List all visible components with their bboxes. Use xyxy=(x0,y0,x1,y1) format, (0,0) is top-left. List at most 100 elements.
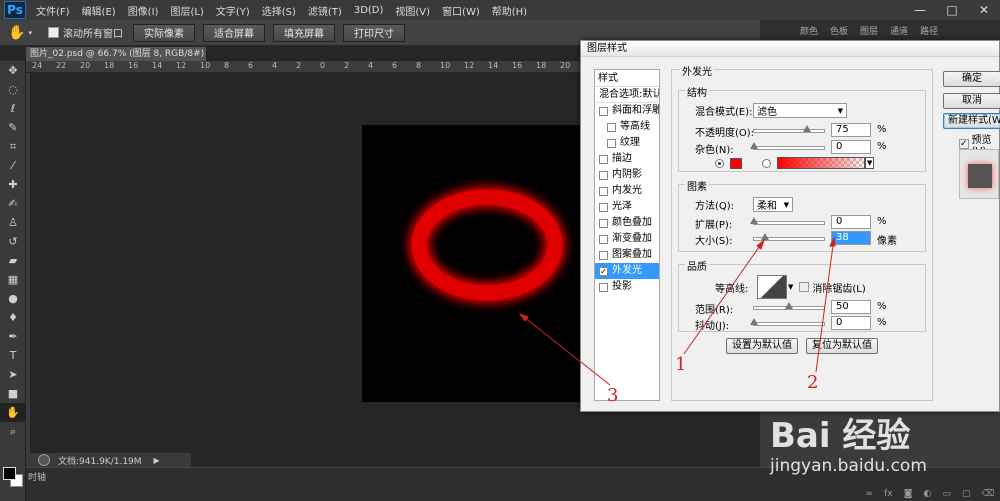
style-item-checkbox[interactable] xyxy=(607,138,616,148)
menu-3d[interactable]: 3D(D) xyxy=(348,5,390,16)
glow-color-swatch[interactable] xyxy=(730,157,742,169)
styles-header[interactable]: 样式 xyxy=(595,70,659,87)
style-item-checkbox[interactable] xyxy=(599,154,608,164)
maximize-button[interactable]: □ xyxy=(936,0,968,20)
menu-image[interactable]: 图像(I) xyxy=(122,3,165,18)
solid-color-radio[interactable] xyxy=(715,158,724,168)
trash-icon[interactable]: ⌫ xyxy=(982,489,995,501)
style-item[interactable]: 内发光 xyxy=(595,183,659,199)
style-item[interactable]: 投影 xyxy=(595,279,659,295)
minimize-button[interactable]: — xyxy=(904,0,936,20)
menu-type[interactable]: 文字(Y) xyxy=(210,3,256,18)
menu-edit[interactable]: 编辑(E) xyxy=(76,3,122,18)
style-item[interactable]: 纹理 xyxy=(595,135,659,151)
play-icon[interactable]: ▶ xyxy=(154,456,160,465)
marquee-tool[interactable]: ◌ xyxy=(0,80,26,99)
anti-alias-checkbox[interactable] xyxy=(799,282,810,292)
tab-paths[interactable]: 路径 xyxy=(920,24,938,37)
chevron-down-icon[interactable]: ▼ xyxy=(865,157,875,169)
new-style-button[interactable]: 新建样式(W)... xyxy=(943,113,1000,129)
menu-view[interactable]: 视图(V) xyxy=(389,3,436,18)
style-item-checkbox[interactable] xyxy=(599,186,608,196)
style-item[interactable]: 颜色叠加 xyxy=(595,215,659,231)
eyedropper-tool[interactable]: ⁄ xyxy=(0,156,26,175)
style-item-checkbox[interactable] xyxy=(599,250,608,260)
tab-swatches[interactable]: 色板 xyxy=(830,24,848,37)
tab-color[interactable]: 颜色 xyxy=(800,24,818,37)
style-item-checkbox[interactable] xyxy=(599,202,608,212)
menu-select[interactable]: 选择(S) xyxy=(256,3,302,18)
menu-window[interactable]: 窗口(W) xyxy=(436,3,486,18)
make-default-button[interactable]: 设置为默认值 xyxy=(726,338,798,354)
spread-slider-thumb[interactable] xyxy=(750,217,758,224)
menu-filter[interactable]: 滤镜(T) xyxy=(302,3,348,18)
fill-screen-button[interactable]: 填充屏幕 xyxy=(273,23,335,42)
pen-tool[interactable]: ✒ xyxy=(0,327,26,346)
shape-tool[interactable]: ■ xyxy=(0,384,26,403)
reset-default-button[interactable]: 复位为默认值 xyxy=(806,338,878,354)
style-item-checkbox[interactable] xyxy=(599,234,608,244)
style-item-checkbox[interactable] xyxy=(599,106,608,116)
size-input[interactable]: 38 xyxy=(831,231,871,245)
history-brush-tool[interactable]: ↺ xyxy=(0,232,26,251)
chevron-down-icon[interactable]: ▼ xyxy=(788,283,793,291)
noise-slider[interactable] xyxy=(750,142,825,150)
spread-slider[interactable] xyxy=(750,217,825,225)
opacity-slider[interactable] xyxy=(753,125,825,133)
style-item[interactable]: 图案叠加 xyxy=(595,247,659,263)
menu-file[interactable]: 文件(F) xyxy=(30,3,76,18)
size-slider-thumb[interactable] xyxy=(760,233,769,240)
timeline-tab[interactable]: 时轴 xyxy=(28,470,46,483)
quick-select-tool[interactable]: ✎ xyxy=(0,118,26,137)
noise-slider-thumb[interactable] xyxy=(750,142,758,149)
glow-gradient-swatch[interactable] xyxy=(777,157,865,169)
noise-input[interactable]: 0 xyxy=(831,140,871,154)
type-tool[interactable]: T xyxy=(0,346,26,365)
fx-icon[interactable]: fx xyxy=(884,489,893,501)
brush-tool[interactable]: ✍ xyxy=(0,194,26,213)
fit-screen-button[interactable]: 适合屏幕 xyxy=(203,23,265,42)
spread-input[interactable]: 0 xyxy=(831,215,871,229)
print-size-button[interactable]: 打印尺寸 xyxy=(343,23,405,42)
move-tool[interactable]: ✥ xyxy=(0,61,26,80)
jitter-slider-thumb[interactable] xyxy=(750,318,758,325)
actual-pixels-button[interactable]: 实际像素 xyxy=(133,23,195,42)
style-item[interactable]: 内阴影 xyxy=(595,167,659,183)
eraser-tool[interactable]: ▰ xyxy=(0,251,26,270)
tab-channels[interactable]: 通道 xyxy=(890,24,908,37)
close-button[interactable]: ✕ xyxy=(968,0,1000,20)
mask-icon[interactable]: ◙ xyxy=(904,489,913,501)
style-item-checkbox[interactable] xyxy=(599,170,608,180)
path-select-tool[interactable]: ➤ xyxy=(0,365,26,384)
style-item[interactable]: 描边 xyxy=(595,151,659,167)
status-menu-icon[interactable] xyxy=(38,454,50,466)
link-icon[interactable]: ∞ xyxy=(866,489,874,501)
folder-icon[interactable]: ▭ xyxy=(942,489,951,501)
dodge-tool[interactable]: ♦ xyxy=(0,308,26,327)
gradient-tool[interactable]: ▦ xyxy=(0,270,26,289)
document-tab[interactable]: 图片_02.psd @ 66.7% (图层 8, RGB/8#) * xyxy=(26,47,206,61)
zoom-tool[interactable]: ⌕ xyxy=(0,422,26,441)
healing-tool[interactable]: ✚ xyxy=(0,175,26,194)
style-item-checkbox[interactable] xyxy=(599,218,608,228)
size-slider[interactable] xyxy=(753,233,825,241)
lasso-tool[interactable]: ℓ xyxy=(0,99,26,118)
opacity-input[interactable]: 75 xyxy=(831,123,871,137)
style-item-checkbox[interactable] xyxy=(599,282,608,292)
range-slider[interactable] xyxy=(753,302,825,310)
foreground-color[interactable] xyxy=(3,467,16,480)
jitter-input[interactable]: 0 xyxy=(831,316,871,330)
blur-tool[interactable]: ● xyxy=(0,289,26,308)
color-swatches[interactable] xyxy=(3,467,23,487)
blend-mode-select[interactable]: 滤色 ▼ xyxy=(753,103,847,118)
style-item[interactable]: 斜面和浮雕 xyxy=(595,103,659,119)
menu-help[interactable]: 帮助(H) xyxy=(486,3,533,18)
new-layer-icon[interactable]: ▢ xyxy=(962,489,971,501)
style-item-checkbox[interactable] xyxy=(607,122,616,132)
blending-options-item[interactable]: 混合选项:默认 xyxy=(595,87,659,103)
range-input[interactable]: 50 xyxy=(831,300,871,314)
range-slider-thumb[interactable] xyxy=(785,302,793,309)
crop-tool[interactable]: ⌗ xyxy=(0,137,26,156)
document-canvas[interactable] xyxy=(362,125,582,402)
ok-button[interactable]: 确定 xyxy=(943,71,1000,87)
